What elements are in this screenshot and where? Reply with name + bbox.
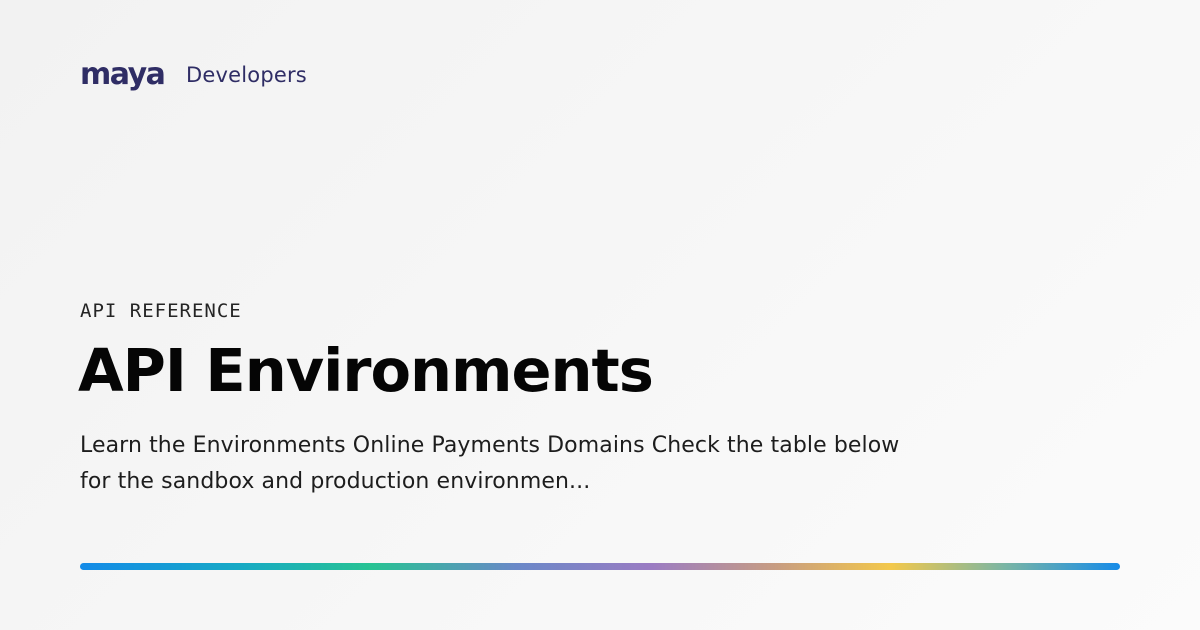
svg-text:maya: maya bbox=[80, 58, 164, 92]
page-description: Learn the Environments Online Payments D… bbox=[80, 433, 900, 494]
page-title: API Environments bbox=[78, 336, 654, 405]
maya-developers-logo[interactable]: maya Developers bbox=[80, 58, 307, 92]
social-preview-card: maya Developers API REFERENCE API Enviro… bbox=[0, 0, 1200, 630]
rainbow-accent-bar bbox=[80, 563, 1120, 570]
maya-logo-icon: maya bbox=[80, 58, 166, 92]
developers-label: Developers bbox=[186, 63, 307, 87]
section-label: API REFERENCE bbox=[80, 300, 242, 322]
